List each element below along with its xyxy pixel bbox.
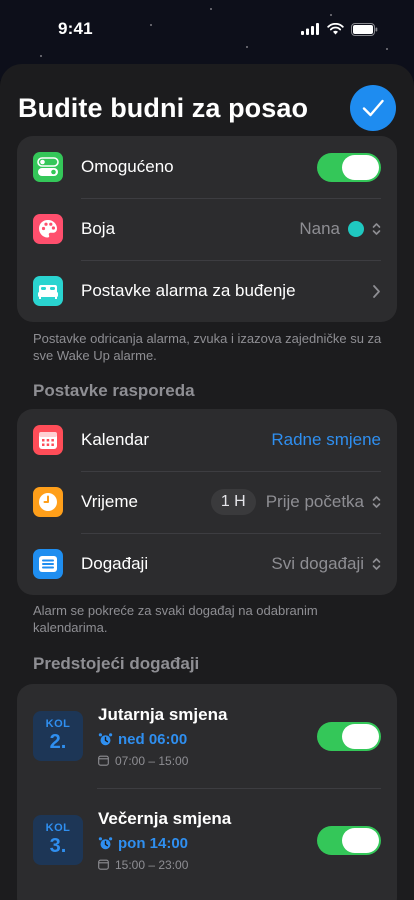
bed-icon bbox=[33, 276, 63, 306]
alarm-note: Postavke odricanja alarma, zvuka i izazo… bbox=[33, 331, 382, 363]
color-row[interactable]: Boja Nana bbox=[17, 198, 397, 260]
wake-alarm-settings-label: Postavke alarma za buđenje bbox=[81, 281, 296, 300]
time-offset-pill[interactable]: 1 H bbox=[210, 489, 256, 515]
color-swatch bbox=[348, 221, 364, 237]
week-badge: KOL 2. bbox=[33, 711, 83, 761]
time-label: Vrijeme bbox=[81, 492, 138, 511]
toggle-app-icon bbox=[33, 152, 63, 182]
bottom-sheet: Budite budni za posao Omogućeno Boja Nan… bbox=[0, 64, 414, 900]
event-alarm: ned 06:00 bbox=[98, 731, 317, 748]
time-value: 1 H Prije početka bbox=[210, 489, 381, 515]
event-toggle[interactable] bbox=[317, 825, 381, 855]
week-number: 2. bbox=[49, 731, 67, 753]
event-row[interactable]: KOL 2. Jutarnja smjena ned 06:00 07:00 –… bbox=[17, 684, 397, 788]
upcoming-section-title: Predstojeći događaji bbox=[33, 654, 200, 673]
events-label: Događaji bbox=[81, 554, 149, 573]
calendar-small-icon bbox=[98, 859, 109, 870]
checkmark-icon bbox=[362, 99, 384, 117]
alarm-clock-icon bbox=[98, 732, 113, 745]
chevron-up-down-icon bbox=[372, 496, 381, 508]
event-time-range: 15:00 – 23:00 bbox=[115, 857, 189, 872]
events-value-text: Svi događaji bbox=[271, 554, 364, 573]
wake-alarm-settings-row[interactable]: Postavke alarma za buđenje bbox=[17, 260, 397, 322]
time-relation-text[interactable]: Prije početka bbox=[266, 492, 364, 512]
calendar-label: Kalendar bbox=[81, 430, 150, 449]
events-row[interactable]: Događaji Svi događaji bbox=[17, 533, 397, 595]
event-time: 15:00 – 23:00 bbox=[98, 858, 317, 872]
chevron-up-down-icon bbox=[372, 558, 381, 570]
battery-icon bbox=[351, 22, 378, 36]
status-bar: 9:41 bbox=[0, 0, 414, 62]
chevron-up-down-icon bbox=[372, 223, 381, 235]
enabled-row: Omogućeno bbox=[17, 136, 397, 198]
time-row: Vrijeme 1 H Prije početka bbox=[17, 471, 397, 533]
week-number: 3. bbox=[49, 835, 67, 857]
status-time: 9:41 bbox=[58, 19, 93, 38]
status-icons bbox=[301, 22, 378, 36]
upcoming-events-group: KOL 2. Jutarnja smjena ned 06:00 07:00 –… bbox=[17, 684, 397, 900]
event-time: 07:00 – 15:00 bbox=[98, 754, 317, 768]
event-info: Jutarnja smjena ned 06:00 07:00 – 15:00 bbox=[98, 705, 317, 768]
week-badge-prefix: KOL bbox=[45, 822, 71, 834]
color-value: Nana bbox=[299, 219, 381, 239]
palette-icon bbox=[33, 214, 63, 244]
schedule-note: Alarm se pokreće za svaki događaj na oda… bbox=[33, 603, 318, 635]
calendar-row[interactable]: Kalendar Radne smjene bbox=[17, 409, 397, 471]
event-alarm-time: ned 06:00 bbox=[118, 730, 188, 748]
event-title: Jutarnja smjena bbox=[98, 704, 228, 724]
calendar-icon bbox=[33, 425, 63, 455]
calendar-value[interactable]: Radne smjene bbox=[271, 430, 381, 450]
alarm-clock-icon bbox=[98, 836, 113, 849]
week-badge-prefix: KOL bbox=[45, 718, 71, 730]
wifi-icon bbox=[327, 23, 344, 35]
event-time-range: 07:00 – 15:00 bbox=[115, 753, 189, 768]
cellular-signal-icon bbox=[301, 23, 319, 35]
alarm-settings-group: Omogućeno Boja Nana Postavke alarma za b… bbox=[17, 136, 397, 322]
events-value: Svi događaji bbox=[271, 554, 381, 574]
calendar-small-icon bbox=[98, 755, 109, 766]
enabled-label: Omogućeno bbox=[81, 157, 174, 176]
enabled-toggle[interactable] bbox=[317, 152, 381, 182]
schedule-group: Kalendar Radne smjene Vrijeme 1 H Prije … bbox=[17, 409, 397, 595]
event-info: Večernja smjena pon 14:00 15:00 – 23:00 bbox=[98, 809, 317, 872]
week-badge: KOL 3. bbox=[33, 815, 83, 865]
event-alarm-time: pon 14:00 bbox=[118, 834, 189, 852]
events-icon bbox=[33, 549, 63, 579]
color-label: Boja bbox=[81, 219, 116, 238]
page-title: Budite budni za posao bbox=[18, 92, 309, 123]
color-value-text: Nana bbox=[299, 219, 340, 238]
event-title: Večernja smjena bbox=[98, 808, 232, 828]
event-toggle[interactable] bbox=[317, 721, 381, 751]
clock-icon bbox=[33, 487, 63, 517]
done-button[interactable] bbox=[350, 85, 396, 131]
chevron-right-icon bbox=[373, 284, 380, 298]
sheet-header: Budite budni za posao bbox=[18, 85, 396, 131]
event-row[interactable]: KOL 3. Večernja smjena pon 14:00 15:00 –… bbox=[17, 788, 397, 892]
event-alarm: pon 14:00 bbox=[98, 835, 317, 852]
schedule-section-title: Postavke rasporeda bbox=[33, 381, 195, 400]
